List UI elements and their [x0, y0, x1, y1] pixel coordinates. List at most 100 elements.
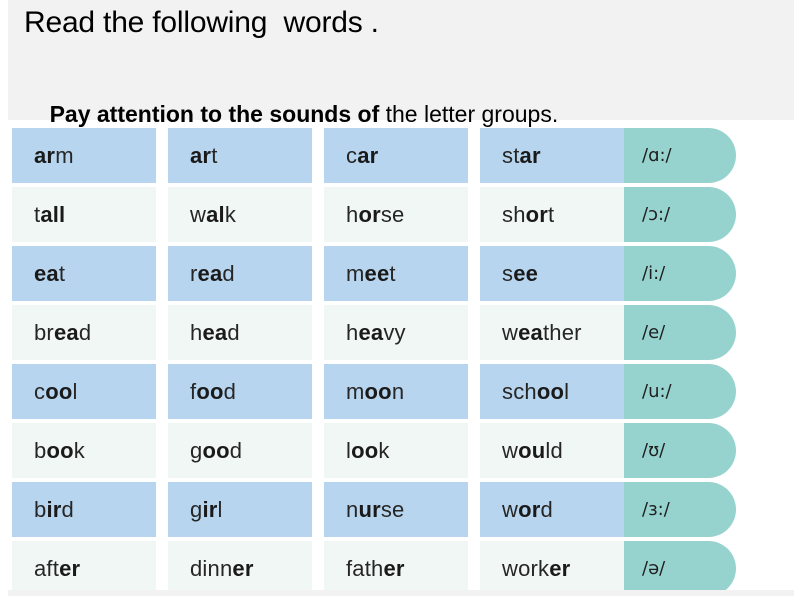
- word-prefix: sh: [502, 201, 526, 227]
- word-suffix: d: [222, 260, 235, 286]
- letter-group: ea: [53, 319, 79, 345]
- ipa-symbol-pill: /ɔ:/: [624, 187, 736, 242]
- word-prefix: w: [502, 496, 519, 522]
- word-prefix: n: [346, 496, 359, 522]
- word-cell: m oo n: [324, 364, 468, 419]
- word-cell: w al k: [168, 187, 312, 242]
- word-prefix: h: [190, 319, 203, 345]
- header-band: Read the following words . Pay attention…: [8, 0, 794, 127]
- word-cell: ar t: [168, 128, 312, 183]
- word-cell: sch oo l: [480, 364, 624, 419]
- word-prefix: dinn: [190, 555, 233, 581]
- word-prefix: work: [502, 555, 550, 581]
- page-title: Read the following words .: [24, 6, 379, 39]
- word-cell: b ir d: [12, 482, 156, 537]
- word-suffix: k: [378, 437, 390, 463]
- letter-group: or: [518, 496, 541, 522]
- word-cell: ar m: [12, 128, 156, 183]
- word-suffix: l: [217, 496, 223, 522]
- word-cell: c oo l: [12, 364, 156, 419]
- word-prefix: h: [346, 319, 359, 345]
- letter-group: oo: [536, 378, 565, 404]
- word-suffix: se: [380, 201, 405, 227]
- letter-group: or: [525, 201, 549, 227]
- word-suffix: d: [223, 378, 237, 404]
- word-sound-table: ar m ar t c ar st ar/ɑ:/t all w al k h or se sh or t/ɔ:/e…: [0, 128, 794, 596]
- word-prefix: w: [502, 319, 519, 345]
- letter-group: oo: [46, 437, 74, 463]
- table-row: t all w al k h or se sh or t/ɔ:/: [0, 187, 794, 242]
- letter-group: ea: [197, 260, 223, 286]
- word-cell: h or se: [324, 187, 468, 242]
- word-prefix: sch: [502, 378, 537, 404]
- word-prefix: b: [34, 496, 47, 522]
- word-suffix: t: [389, 260, 396, 286]
- letter-group: ur: [358, 496, 381, 522]
- letter-group: ee: [513, 260, 539, 286]
- word-suffix: d: [61, 496, 74, 522]
- letter-group: al: [206, 201, 225, 227]
- letter-group: er: [59, 555, 81, 581]
- letter-group: ea: [358, 319, 384, 345]
- letter-group: ee: [364, 260, 390, 286]
- word-cell: w or d: [480, 482, 624, 537]
- word-cell: n ur se: [324, 482, 468, 537]
- bottom-margin-strip: [8, 590, 794, 596]
- table-row: aft er dinn er fath er work er/ə/: [0, 541, 794, 596]
- word-prefix: w: [502, 437, 519, 463]
- letter-group: ar: [519, 142, 541, 168]
- ipa-symbol-pill: /ə/: [624, 541, 736, 596]
- letter-group: ea: [202, 319, 228, 345]
- word-cell: w ea ther: [480, 305, 624, 360]
- word-cell: fath er: [324, 541, 468, 596]
- word-cell: f oo d: [168, 364, 312, 419]
- word-cell: l oo k: [324, 423, 468, 478]
- letter-group: all: [40, 201, 66, 227]
- letter-group: oo: [364, 378, 392, 404]
- table-row: ar m ar t c ar st ar/ɑ:/: [0, 128, 794, 183]
- letter-group: ou: [518, 437, 546, 463]
- ipa-symbol-pill: /u:/: [624, 364, 736, 419]
- word-cell: aft er: [12, 541, 156, 596]
- word-prefix: st: [502, 142, 520, 168]
- word-prefix: w: [190, 201, 207, 227]
- page-subtitle-rest: the letter groups.: [379, 101, 559, 127]
- word-suffix: t: [548, 201, 555, 227]
- ipa-symbol-pill: /ɑ:/: [624, 128, 736, 183]
- word-suffix: ther: [542, 319, 582, 345]
- ipa-symbol-pill: /ʊ/: [624, 423, 736, 478]
- word-cell: g oo d: [168, 423, 312, 478]
- word-suffix: m: [55, 142, 74, 168]
- word-cell: work er: [480, 541, 624, 596]
- letter-group: ar: [190, 142, 212, 168]
- word-prefix: fath: [346, 555, 384, 581]
- table-row: ea t r ea d m ee t s ee/i:/: [0, 246, 794, 301]
- word-prefix: h: [346, 201, 359, 227]
- word-suffix: l: [564, 378, 570, 404]
- word-prefix: c: [346, 142, 358, 168]
- letter-group: er: [383, 555, 405, 581]
- word-suffix: t: [58, 260, 66, 286]
- ipa-symbol-pill: /e/: [624, 305, 736, 360]
- word-cell: r ea d: [168, 246, 312, 301]
- table-row: c oo l f oo d m oo n sch oo l/u:/: [0, 364, 794, 419]
- word-prefix: c: [34, 378, 46, 404]
- word-suffix: se: [380, 496, 405, 522]
- word-cell: ea t: [12, 246, 156, 301]
- word-cell: w ou ld: [480, 423, 624, 478]
- ipa-symbol-pill: /i:/: [624, 246, 736, 301]
- word-cell: h ea d: [168, 305, 312, 360]
- word-suffix: ld: [545, 437, 563, 463]
- word-suffix: d: [227, 319, 240, 345]
- letter-group: ir: [46, 496, 62, 522]
- letter-group: ir: [202, 496, 218, 522]
- word-prefix: r: [190, 260, 198, 286]
- word-prefix: b: [34, 437, 47, 463]
- word-cell: h ea vy: [324, 305, 468, 360]
- word-prefix: g: [190, 496, 203, 522]
- letter-group: ea: [34, 260, 59, 286]
- word-suffix: n: [391, 378, 405, 404]
- letter-group: oo: [202, 437, 230, 463]
- page-subtitle-emphasis: Pay attention to the sounds of: [49, 101, 380, 127]
- word-cell: m ee t: [324, 246, 468, 301]
